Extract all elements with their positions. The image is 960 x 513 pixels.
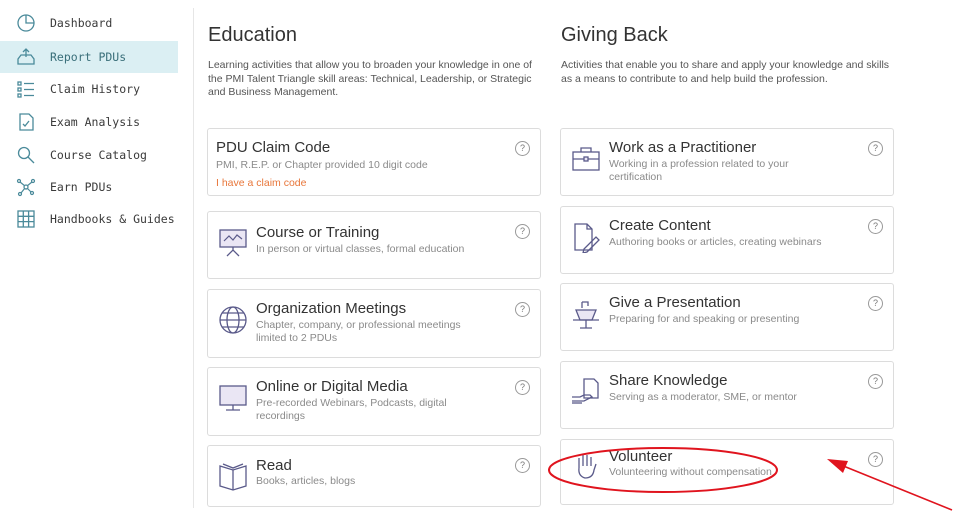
create-content-card[interactable]: Create Content Authoring books or articl… bbox=[560, 206, 894, 274]
volunteer-card[interactable]: Volunteer Volunteering without compensat… bbox=[560, 439, 894, 505]
sidebar-item-exam-analysis[interactable]: Exam Analysis bbox=[0, 106, 178, 138]
podium-icon bbox=[570, 298, 602, 330]
monitor-icon bbox=[217, 382, 249, 414]
share-knowledge-card[interactable]: Share Knowledge Serving as a moderator, … bbox=[560, 361, 894, 429]
sidebar-item-earn-pdus[interactable]: Earn PDUs bbox=[0, 171, 178, 203]
sidebar-item-dashboard[interactable]: Dashboard bbox=[0, 7, 178, 39]
card-title: Course or Training bbox=[256, 224, 380, 241]
sidebar: Dashboard Report PDUs Claim History Exam… bbox=[0, 0, 180, 513]
card-title: PDU Claim Code bbox=[216, 139, 331, 156]
claim-code-link[interactable]: I have a claim code bbox=[216, 177, 306, 189]
sidebar-item-label: Report PDUs bbox=[50, 50, 127, 64]
open-book-icon bbox=[217, 460, 249, 492]
card-subtitle: Working in a profession related to your … bbox=[609, 158, 789, 183]
document-pencil-icon bbox=[570, 221, 602, 254]
give-presentation-card[interactable]: Give a Presentation Preparing for and sp… bbox=[560, 283, 894, 351]
help-icon[interactable]: ? bbox=[515, 224, 530, 239]
card-title: Organization Meetings bbox=[256, 300, 407, 317]
grid-icon bbox=[16, 209, 36, 229]
sidebar-divider bbox=[193, 8, 194, 508]
help-icon[interactable]: ? bbox=[868, 219, 883, 234]
giving-back-description: Activities that enable you to share and … bbox=[561, 59, 890, 85]
help-icon[interactable]: ? bbox=[515, 302, 530, 317]
help-icon[interactable]: ? bbox=[868, 141, 883, 156]
network-icon bbox=[16, 177, 36, 197]
pdu-claim-code-card[interactable]: PDU Claim Code PMI, R.E.P. or Chapter pr… bbox=[207, 128, 541, 196]
help-icon[interactable]: ? bbox=[868, 296, 883, 311]
card-subtitle: PMI, R.E.P. or Chapter provided 10 digit… bbox=[216, 159, 428, 171]
globe-icon bbox=[217, 304, 249, 336]
help-icon[interactable]: ? bbox=[515, 380, 530, 395]
card-title: Work as a Practitioner bbox=[609, 139, 757, 156]
organization-meetings-card[interactable]: Organization Meetings Chapter, company, … bbox=[207, 289, 541, 358]
card-subtitle: Pre-recorded Webinars, Podcasts, digital… bbox=[256, 397, 447, 422]
sidebar-item-label: Exam Analysis bbox=[50, 115, 141, 129]
briefcase-icon bbox=[570, 143, 602, 175]
sidebar-item-label: Earn PDUs bbox=[50, 180, 113, 194]
sidebar-item-handbooks-guides[interactable]: Handbooks & Guides bbox=[0, 203, 178, 235]
sidebar-item-label: Dashboard bbox=[50, 16, 113, 30]
card-title: Create Content bbox=[609, 217, 711, 234]
card-subtitle: Authoring books or articles, creating we… bbox=[609, 236, 822, 248]
handshake-document-icon bbox=[570, 376, 602, 408]
raised-hand-icon bbox=[570, 450, 602, 482]
online-digital-media-card[interactable]: Online or Digital Media Pre-recorded Web… bbox=[207, 367, 541, 436]
card-subtitle: Books, articles, blogs bbox=[256, 475, 356, 487]
help-icon[interactable]: ? bbox=[868, 452, 883, 467]
card-subtitle: Serving as a moderator, SME, or mentor bbox=[609, 391, 797, 403]
course-training-card[interactable]: Course or Training In person or virtual … bbox=[207, 211, 541, 279]
card-title: Share Knowledge bbox=[609, 372, 728, 389]
pie-chart-icon bbox=[16, 13, 36, 33]
inbox-upload-icon bbox=[16, 47, 36, 67]
card-subtitle: Volunteering without compensation bbox=[609, 466, 772, 478]
card-subtitle: Preparing for and speaking or presenting bbox=[609, 313, 800, 325]
card-subtitle: In person or virtual classes, formal edu… bbox=[256, 243, 465, 255]
card-title: Give a Presentation bbox=[609, 294, 741, 311]
sidebar-item-label: Handbooks & Guides bbox=[50, 212, 175, 226]
presentation-board-icon bbox=[217, 226, 249, 258]
help-icon[interactable]: ? bbox=[515, 141, 530, 156]
card-title: Read bbox=[256, 457, 292, 474]
help-icon[interactable]: ? bbox=[868, 374, 883, 389]
document-icon bbox=[16, 112, 36, 132]
work-practitioner-card[interactable]: Work as a Practitioner Working in a prof… bbox=[560, 128, 894, 196]
card-title: Online or Digital Media bbox=[256, 378, 408, 395]
sidebar-item-claim-history[interactable]: Claim History bbox=[0, 73, 178, 105]
read-card[interactable]: Read Books, articles, blogs ? bbox=[207, 445, 541, 507]
sidebar-item-label: Claim History bbox=[50, 82, 141, 96]
list-icon bbox=[16, 79, 36, 99]
card-title: Volunteer bbox=[609, 448, 673, 465]
search-icon bbox=[16, 145, 36, 165]
education-description: Learning activities that allow you to br… bbox=[208, 59, 532, 98]
sidebar-item-report-pdus[interactable]: Report PDUs bbox=[0, 41, 178, 73]
sidebar-item-label: Course Catalog bbox=[50, 148, 147, 162]
help-icon[interactable]: ? bbox=[515, 458, 530, 473]
education-title: Education bbox=[208, 24, 297, 46]
sidebar-item-course-catalog[interactable]: Course Catalog bbox=[0, 139, 178, 171]
giving-back-title: Giving Back bbox=[561, 24, 668, 46]
card-subtitle: Chapter, company, or professional meetin… bbox=[256, 319, 461, 344]
